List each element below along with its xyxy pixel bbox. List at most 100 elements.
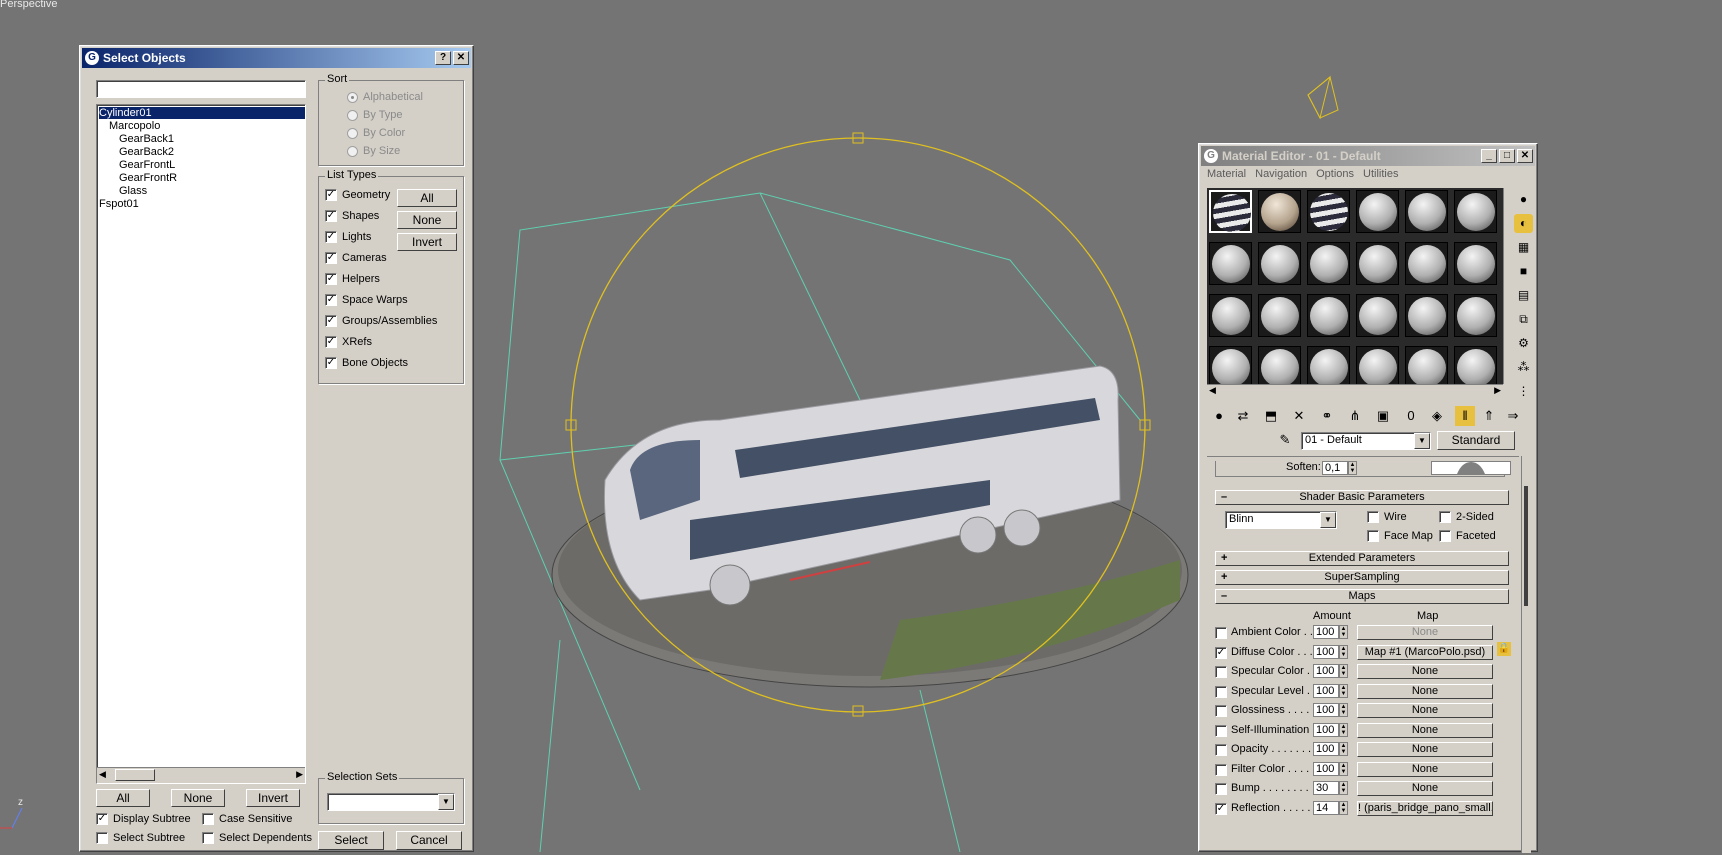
material-id-channel-icon[interactable]: 0 bbox=[1401, 406, 1421, 426]
tree-all-button[interactable]: All bbox=[96, 789, 150, 807]
list-type-option[interactable]: ✓ Lights bbox=[325, 231, 371, 243]
material-sample-slot[interactable] bbox=[1405, 346, 1448, 389]
face-map-option[interactable]: Face Map bbox=[1367, 530, 1433, 542]
checkbox-checked-icon[interactable]: ✓ bbox=[96, 813, 108, 825]
checkbox-checked-icon[interactable]: ✓ bbox=[325, 210, 337, 222]
map-amount-spinner[interactable]: 100 ▲ ▼ bbox=[1313, 664, 1348, 678]
map-amount-spinner[interactable]: 100 ▲ ▼ bbox=[1313, 683, 1348, 698]
map-amount-value[interactable]: 100 bbox=[1313, 625, 1339, 639]
material-navigator-icon[interactable]: ⋮ bbox=[1514, 382, 1533, 401]
sample-uv-tiling-icon[interactable]: ■ bbox=[1514, 262, 1533, 281]
map-amount-value[interactable]: 100 bbox=[1313, 664, 1339, 678]
put-to-library-icon[interactable]: ▣ bbox=[1373, 406, 1393, 426]
spinner-arrows-icon[interactable]: ▲ ▼ bbox=[1339, 703, 1348, 717]
tree-item[interactable]: GearFrontL bbox=[119, 159, 175, 171]
spinner-arrows-icon[interactable]: ▲ ▼ bbox=[1339, 625, 1348, 639]
scroll-left-icon[interactable]: ◀ bbox=[99, 769, 106, 780]
material-sample-slot[interactable] bbox=[1307, 242, 1350, 285]
material-sample-slot[interactable] bbox=[1258, 346, 1301, 389]
radio-icon[interactable] bbox=[347, 109, 358, 121]
material-sample-slot[interactable] bbox=[1258, 190, 1301, 233]
checkbox-checked-icon[interactable]: ✓ bbox=[1215, 646, 1227, 659]
checkbox-checked-icon[interactable]: ✓ bbox=[325, 231, 337, 243]
map-slot-button[interactable]: None bbox=[1357, 781, 1493, 796]
checkbox-icon[interactable] bbox=[1215, 627, 1227, 639]
go-to-parent-icon[interactable]: ⇑ bbox=[1479, 406, 1499, 426]
map-amount-spinner[interactable]: 14 ▲ ▼ bbox=[1313, 800, 1348, 815]
map-amount-value[interactable]: 100 bbox=[1313, 742, 1339, 756]
radio-icon[interactable] bbox=[347, 145, 358, 157]
checkbox-icon[interactable] bbox=[1367, 511, 1379, 523]
map-amount-spinner[interactable]: 100 ▲ ▼ bbox=[1313, 722, 1348, 737]
checkbox-checked-icon[interactable]: ✓ bbox=[325, 189, 337, 201]
map-amount-spinner[interactable]: 100 ▲ ▼ bbox=[1313, 761, 1348, 776]
list-types-none-button[interactable]: None bbox=[397, 211, 457, 229]
list-type-option[interactable]: ✓ Shapes bbox=[325, 210, 379, 222]
material-type-button[interactable]: Standard bbox=[1437, 431, 1515, 450]
material-sample-slot[interactable] bbox=[1258, 294, 1301, 337]
rollout-scroll-thumb[interactable] bbox=[1524, 486, 1528, 606]
select-by-material-icon[interactable]: ⁂ bbox=[1514, 358, 1533, 377]
material-sample-slot[interactable] bbox=[1454, 294, 1497, 337]
material-sample-slot[interactable] bbox=[1209, 190, 1252, 233]
tree-hscrollbar[interactable]: ◀ ▶ bbox=[97, 767, 305, 783]
tree-item[interactable]: Cylinder01 bbox=[99, 107, 305, 119]
material-sample-slot[interactable] bbox=[1307, 294, 1350, 337]
tree-item[interactable]: GearFrontR bbox=[119, 172, 177, 184]
map-amount-value[interactable]: 30 bbox=[1313, 781, 1339, 795]
spinner-arrows-icon[interactable]: ▲ ▼ bbox=[1339, 644, 1348, 659]
spinner-arrows-icon[interactable]: ▲ ▼ bbox=[1339, 722, 1348, 737]
display-subtree-option[interactable]: ✓ Display Subtree bbox=[96, 813, 191, 825]
list-type-option[interactable]: ✓ Bone Objects bbox=[325, 357, 408, 369]
map-amount-value[interactable]: 100 bbox=[1313, 761, 1339, 776]
material-sample-slot[interactable] bbox=[1307, 346, 1350, 389]
checkbox-icon[interactable] bbox=[1439, 530, 1451, 542]
checkbox-checked-icon[interactable]: ✓ bbox=[1215, 802, 1227, 815]
object-tree[interactable]: Cylinder01 Marcopolo GearBack1 GearBack2 Gea… bbox=[96, 104, 306, 784]
map-amount-value[interactable]: 100 bbox=[1313, 644, 1339, 659]
map-amount-spinner[interactable]: 100 ▲ ▼ bbox=[1313, 625, 1348, 639]
background-checker-icon[interactable]: ▦ bbox=[1514, 238, 1533, 257]
rollout-scrollbar[interactable] bbox=[1521, 456, 1531, 853]
map-amount-value[interactable]: 100 bbox=[1313, 722, 1339, 737]
tree-item[interactable]: Fspot01 bbox=[99, 198, 139, 210]
material-sample-slot[interactable] bbox=[1405, 294, 1448, 337]
material-sample-slot[interactable] bbox=[1209, 242, 1252, 285]
map-slot-button[interactable]: None bbox=[1357, 664, 1493, 679]
sort-option[interactable]: By Size bbox=[347, 145, 400, 157]
map-amount-spinner[interactable]: 30 ▲ ▼ bbox=[1313, 781, 1348, 795]
map-slot-button[interactable]: None bbox=[1357, 761, 1493, 777]
supersampling-rollout[interactable]: + SuperSampling bbox=[1215, 570, 1509, 585]
select-button[interactable]: Select bbox=[318, 831, 384, 850]
get-material-icon[interactable]: ● bbox=[1209, 406, 1229, 426]
spinner-arrows-icon[interactable]: ▲ ▼ bbox=[1339, 683, 1348, 698]
material-sample-slot[interactable] bbox=[1454, 346, 1497, 389]
slots-hscrollbar[interactable]: ◀ ▶ bbox=[1207, 384, 1503, 398]
cancel-button[interactable]: Cancel bbox=[396, 831, 462, 850]
make-preview-icon[interactable]: ⧉ bbox=[1514, 310, 1533, 329]
map-slot-button[interactable]: None bbox=[1357, 742, 1493, 757]
spinner-arrows-icon[interactable]: ▲ ▼ bbox=[1339, 742, 1348, 756]
backlight-icon[interactable]: ◐ bbox=[1514, 214, 1533, 233]
tree-none-button[interactable]: None bbox=[171, 789, 225, 807]
make-unique-icon[interactable]: ⋔ bbox=[1345, 406, 1365, 426]
menu-item[interactable]: Material bbox=[1207, 168, 1246, 180]
menu-item[interactable]: Utilities bbox=[1363, 168, 1398, 180]
checkbox-icon[interactable] bbox=[1215, 744, 1227, 756]
chevron-down-icon[interactable]: ▼ bbox=[438, 794, 454, 810]
sample-slots-panel[interactable] bbox=[1207, 188, 1503, 398]
checkbox-icon[interactable] bbox=[1215, 685, 1227, 698]
checkbox-icon[interactable] bbox=[96, 832, 108, 844]
scroll-right-icon[interactable]: ▶ bbox=[1494, 385, 1501, 396]
checkbox-checked-icon[interactable]: ✓ bbox=[325, 273, 337, 285]
material-sample-slot[interactable] bbox=[1454, 242, 1497, 285]
checkbox-icon[interactable] bbox=[1215, 705, 1227, 717]
show-map-in-viewport-icon[interactable]: ◈ bbox=[1427, 406, 1447, 426]
checkbox-checked-icon[interactable]: ✓ bbox=[325, 357, 337, 369]
list-type-option[interactable]: ✓ Geometry bbox=[325, 189, 390, 201]
help-button[interactable]: ? bbox=[435, 51, 451, 65]
map-slot-button[interactable]: None bbox=[1357, 683, 1493, 699]
map-slot-button[interactable]: None bbox=[1357, 703, 1493, 718]
sample-type-icon[interactable]: ● bbox=[1514, 190, 1533, 209]
material-sample-slot[interactable] bbox=[1405, 242, 1448, 285]
